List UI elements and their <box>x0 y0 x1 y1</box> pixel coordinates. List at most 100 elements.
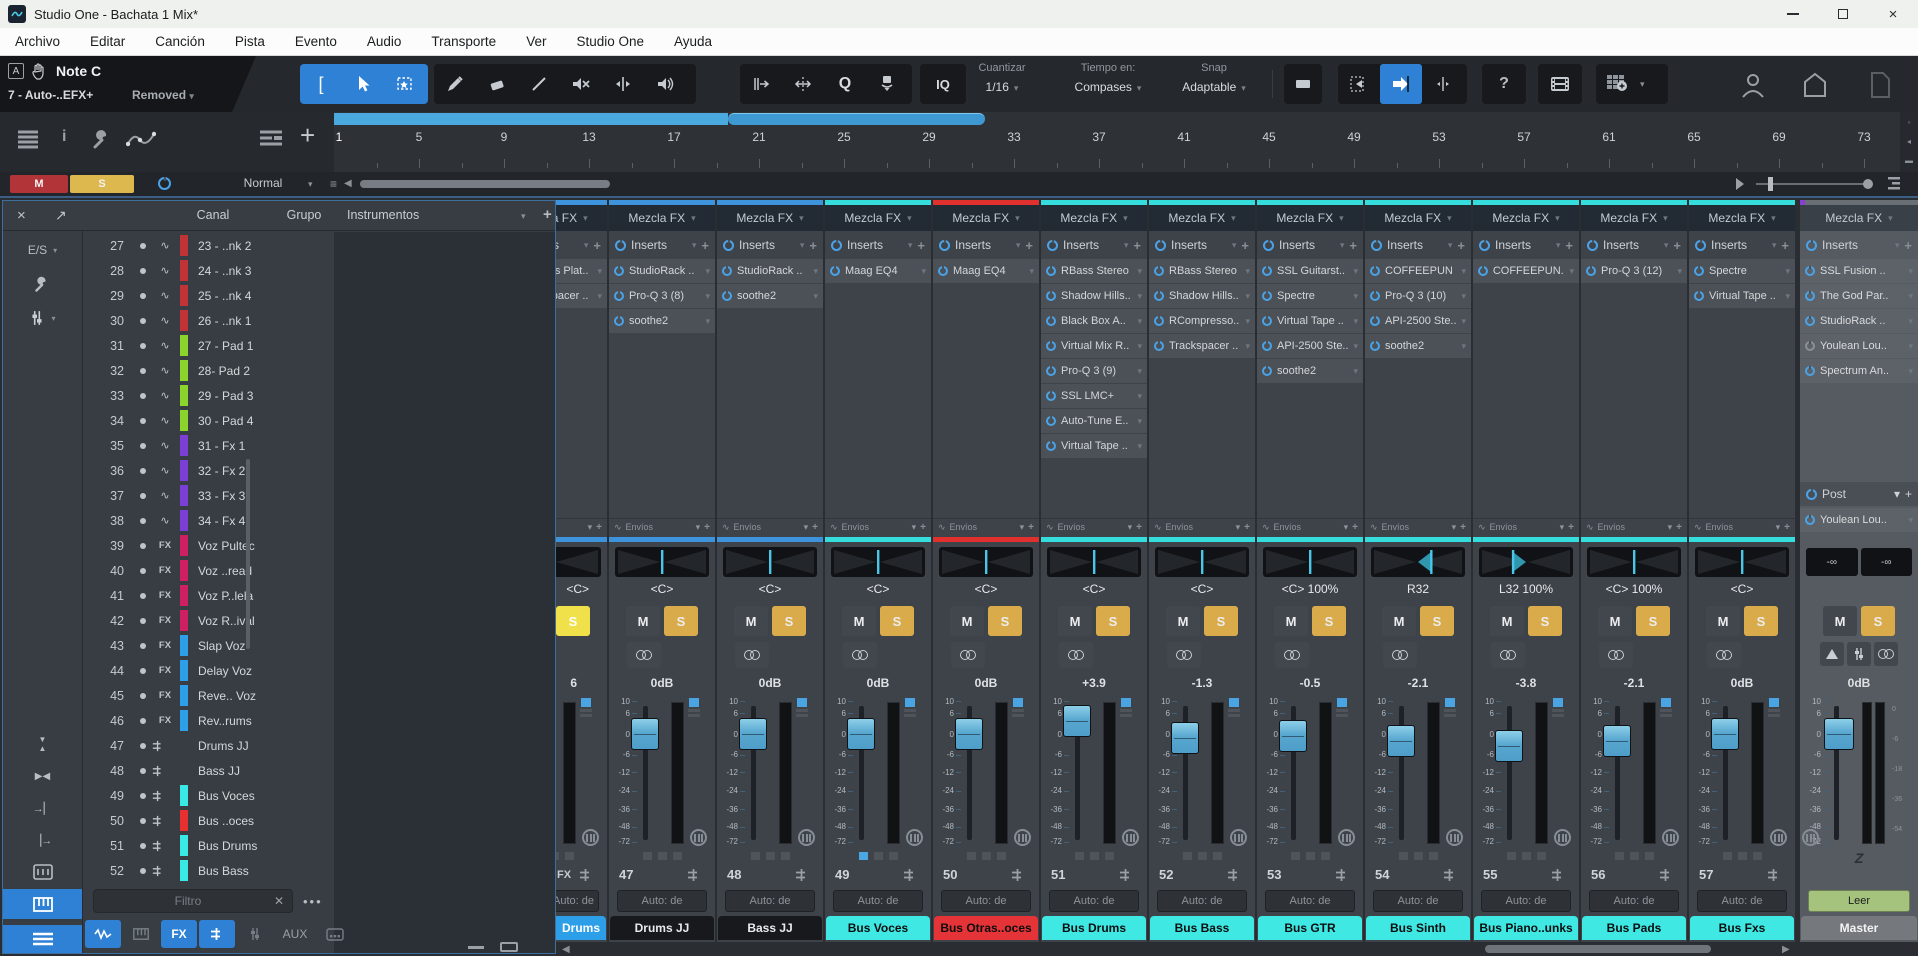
layout-add-button[interactable]: ▾ <box>1596 64 1668 104</box>
inserts-header[interactable]: Inserts▾+ <box>1041 233 1147 257</box>
pan-value[interactable]: L32 100% <box>1473 582 1579 596</box>
level-readout[interactable]: -∞ <box>1861 548 1913 576</box>
menu-item-transporte[interactable]: Transporte <box>416 34 511 49</box>
automation-mode[interactable]: Auto: de <box>617 890 707 912</box>
track-name[interactable]: Slap Voz <box>198 639 245 653</box>
record-dot-icon[interactable] <box>140 743 146 749</box>
sends-header[interactable]: ∿Envíos▾+ <box>1689 518 1795 535</box>
clear-filter-icon[interactable]: ✕ <box>274 894 284 908</box>
channel-mode-selector[interactable]: Mezcla FX▾ <box>1689 205 1795 231</box>
insert-slot[interactable]: Trackspacer ..▾ <box>1149 334 1255 358</box>
automation-mode[interactable]: Auto: de <box>1373 890 1463 912</box>
close-icon[interactable]: × <box>17 207 26 224</box>
volume-value[interactable]: 0dB <box>609 676 715 690</box>
fader-handle[interactable] <box>1824 718 1854 750</box>
mute-button[interactable]: M <box>626 606 660 636</box>
mute-tool-icon[interactable] <box>560 64 602 104</box>
pan-value[interactable]: <C> <box>1689 582 1795 596</box>
column-header-grupo[interactable]: Grupo <box>275 208 333 222</box>
io-button[interactable]: E/S▾ <box>3 235 82 265</box>
master-channel-mode[interactable]: Mezcla FX▾ <box>1800 205 1918 231</box>
pan-control[interactable] <box>723 547 817 577</box>
insert-slot[interactable]: The God Par..▾ <box>1800 284 1918 308</box>
channel-name-label[interactable]: Bus Piano..unks <box>1474 916 1578 940</box>
channel-mode-selector[interactable]: Mezcla FX▾ <box>717 205 823 231</box>
insert-slot[interactable]: Auto-Tune E..▾ <box>1041 409 1147 433</box>
inserts-header[interactable]: Inserts▾+ <box>1689 233 1795 257</box>
channel-mode-selector[interactable]: Mezcla FX▾ <box>609 205 715 231</box>
record-dot-icon[interactable] <box>140 293 146 299</box>
solo-button[interactable]: S <box>1096 606 1130 636</box>
insert-slot[interactable]: Youlean Lou..▾ <box>1800 508 1918 532</box>
close-button[interactable]: × <box>1868 0 1918 28</box>
rail-bar-icon[interactable]: ▬ <box>1905 156 1913 165</box>
scroll-to-end-icon[interactable]: →▏ <box>3 793 82 823</box>
sends-header[interactable]: ∿Envíos▾+ <box>717 518 823 535</box>
insert-slot[interactable]: soothe2▾ <box>1365 334 1471 358</box>
channel-mode-selector[interactable]: Mezcla FX▾ <box>1149 205 1255 231</box>
sends-header[interactable]: ∿Envíos▾+ <box>1041 518 1147 535</box>
filter-fx-button[interactable]: FX <box>161 920 197 948</box>
level-readout[interactable]: -∞ <box>1806 548 1858 576</box>
track-name[interactable]: Voz ..read <box>198 564 252 578</box>
volume-value[interactable]: 0dB <box>933 676 1039 690</box>
record-dot-icon[interactable] <box>140 618 146 624</box>
record-dot-icon[interactable] <box>140 493 146 499</box>
track-list-icon[interactable] <box>16 128 40 150</box>
insert-slot[interactable]: Shadow Hills..▾ <box>1149 284 1255 308</box>
sends-header[interactable]: ∿Envíos▾+ <box>1365 518 1471 535</box>
sends-header[interactable]: ∿Envíos▾+ <box>1257 518 1363 535</box>
insert-slot[interactable]: Virtual Tape ..▾ <box>1257 309 1363 333</box>
record-dot-icon[interactable] <box>140 343 146 349</box>
narrow-channels-icon[interactable]: ▶◀ <box>3 761 82 791</box>
inserts-header[interactable]: Inserts▾+ <box>1149 233 1255 257</box>
stereo-mode-button[interactable] <box>735 642 769 668</box>
channel-mode-selector[interactable]: Mezcla FX▾ <box>1473 205 1579 231</box>
track-row-45[interactable]: 45FXReve.. Voz <box>84 683 334 708</box>
sends-header[interactable]: ∿Envíos▾+ <box>933 518 1039 535</box>
insert-slot[interactable]: Black Box A..▾ <box>1041 309 1147 333</box>
meter-mode-icon[interactable] <box>1122 829 1139 846</box>
pan-control[interactable] <box>1695 547 1789 577</box>
menu-item-editar[interactable]: Editar <box>75 34 140 49</box>
more-options-icon[interactable]: ••• <box>303 894 323 909</box>
line-tool-icon[interactable] <box>518 64 560 104</box>
track-name[interactable]: 33 - Fx 3 <box>198 489 245 503</box>
track-row-38[interactable]: 38∿34 - Fx 4 <box>84 508 334 533</box>
eraser-tool-icon[interactable] <box>476 64 518 104</box>
filter-audio-icon[interactable] <box>85 920 121 948</box>
rail-arrow-icon[interactable]: ◂ <box>1907 137 1911 146</box>
master-post-header[interactable]: Post ▾+ <box>1800 482 1918 506</box>
record-dot-icon[interactable] <box>140 718 146 724</box>
solo-button[interactable]: S <box>664 606 698 636</box>
insert-slot[interactable]: Youlean Lou..▾ <box>1800 334 1918 358</box>
pan-control[interactable] <box>1371 547 1465 577</box>
record-dot-icon[interactable] <box>140 643 146 649</box>
fader-handle[interactable] <box>1063 705 1091 737</box>
fader-handle[interactable] <box>1171 722 1199 754</box>
fader-handle[interactable] <box>1603 725 1631 757</box>
insert-slot[interactable]: COFFEEPUN..▾ <box>1473 259 1579 283</box>
inserts-header[interactable]: Inserts▾+ <box>1365 233 1471 257</box>
scroll-from-start-icon[interactable]: ▕→ <box>3 825 82 855</box>
track-name[interactable]: Bass JJ <box>198 764 240 778</box>
solo-button[interactable]: S <box>1420 606 1454 636</box>
pan-value[interactable]: <C> <box>1149 582 1255 596</box>
stereo-mode-button[interactable] <box>951 642 985 668</box>
automation-icon[interactable] <box>126 128 156 150</box>
mute-button[interactable]: M <box>1166 606 1200 636</box>
track-row-35[interactable]: 35∿31 - Fx 1 <box>84 433 334 458</box>
track-name[interactable]: Bus Drums <box>198 839 257 853</box>
minimize-button[interactable] <box>1768 0 1818 28</box>
channel-name-label[interactable]: Bus GTR <box>1258 916 1362 940</box>
bend-tool-icon[interactable] <box>866 64 908 104</box>
fader-handle[interactable] <box>847 718 875 750</box>
console-view-icon[interactable] <box>3 857 82 887</box>
inserts-header[interactable]: Inserts▾+ <box>1257 233 1363 257</box>
track-name[interactable]: 29 - Pad 3 <box>198 389 253 403</box>
timebase-setting[interactable]: Tiempo en: Compases▾ <box>1058 62 1158 94</box>
menu-item-ayuda[interactable]: Ayuda <box>659 34 727 49</box>
insert-slot[interactable]: Virtual Tape ..▾ <box>1689 284 1795 308</box>
pan-control[interactable] <box>939 547 1033 577</box>
stereo-mode-button[interactable] <box>1383 642 1417 668</box>
